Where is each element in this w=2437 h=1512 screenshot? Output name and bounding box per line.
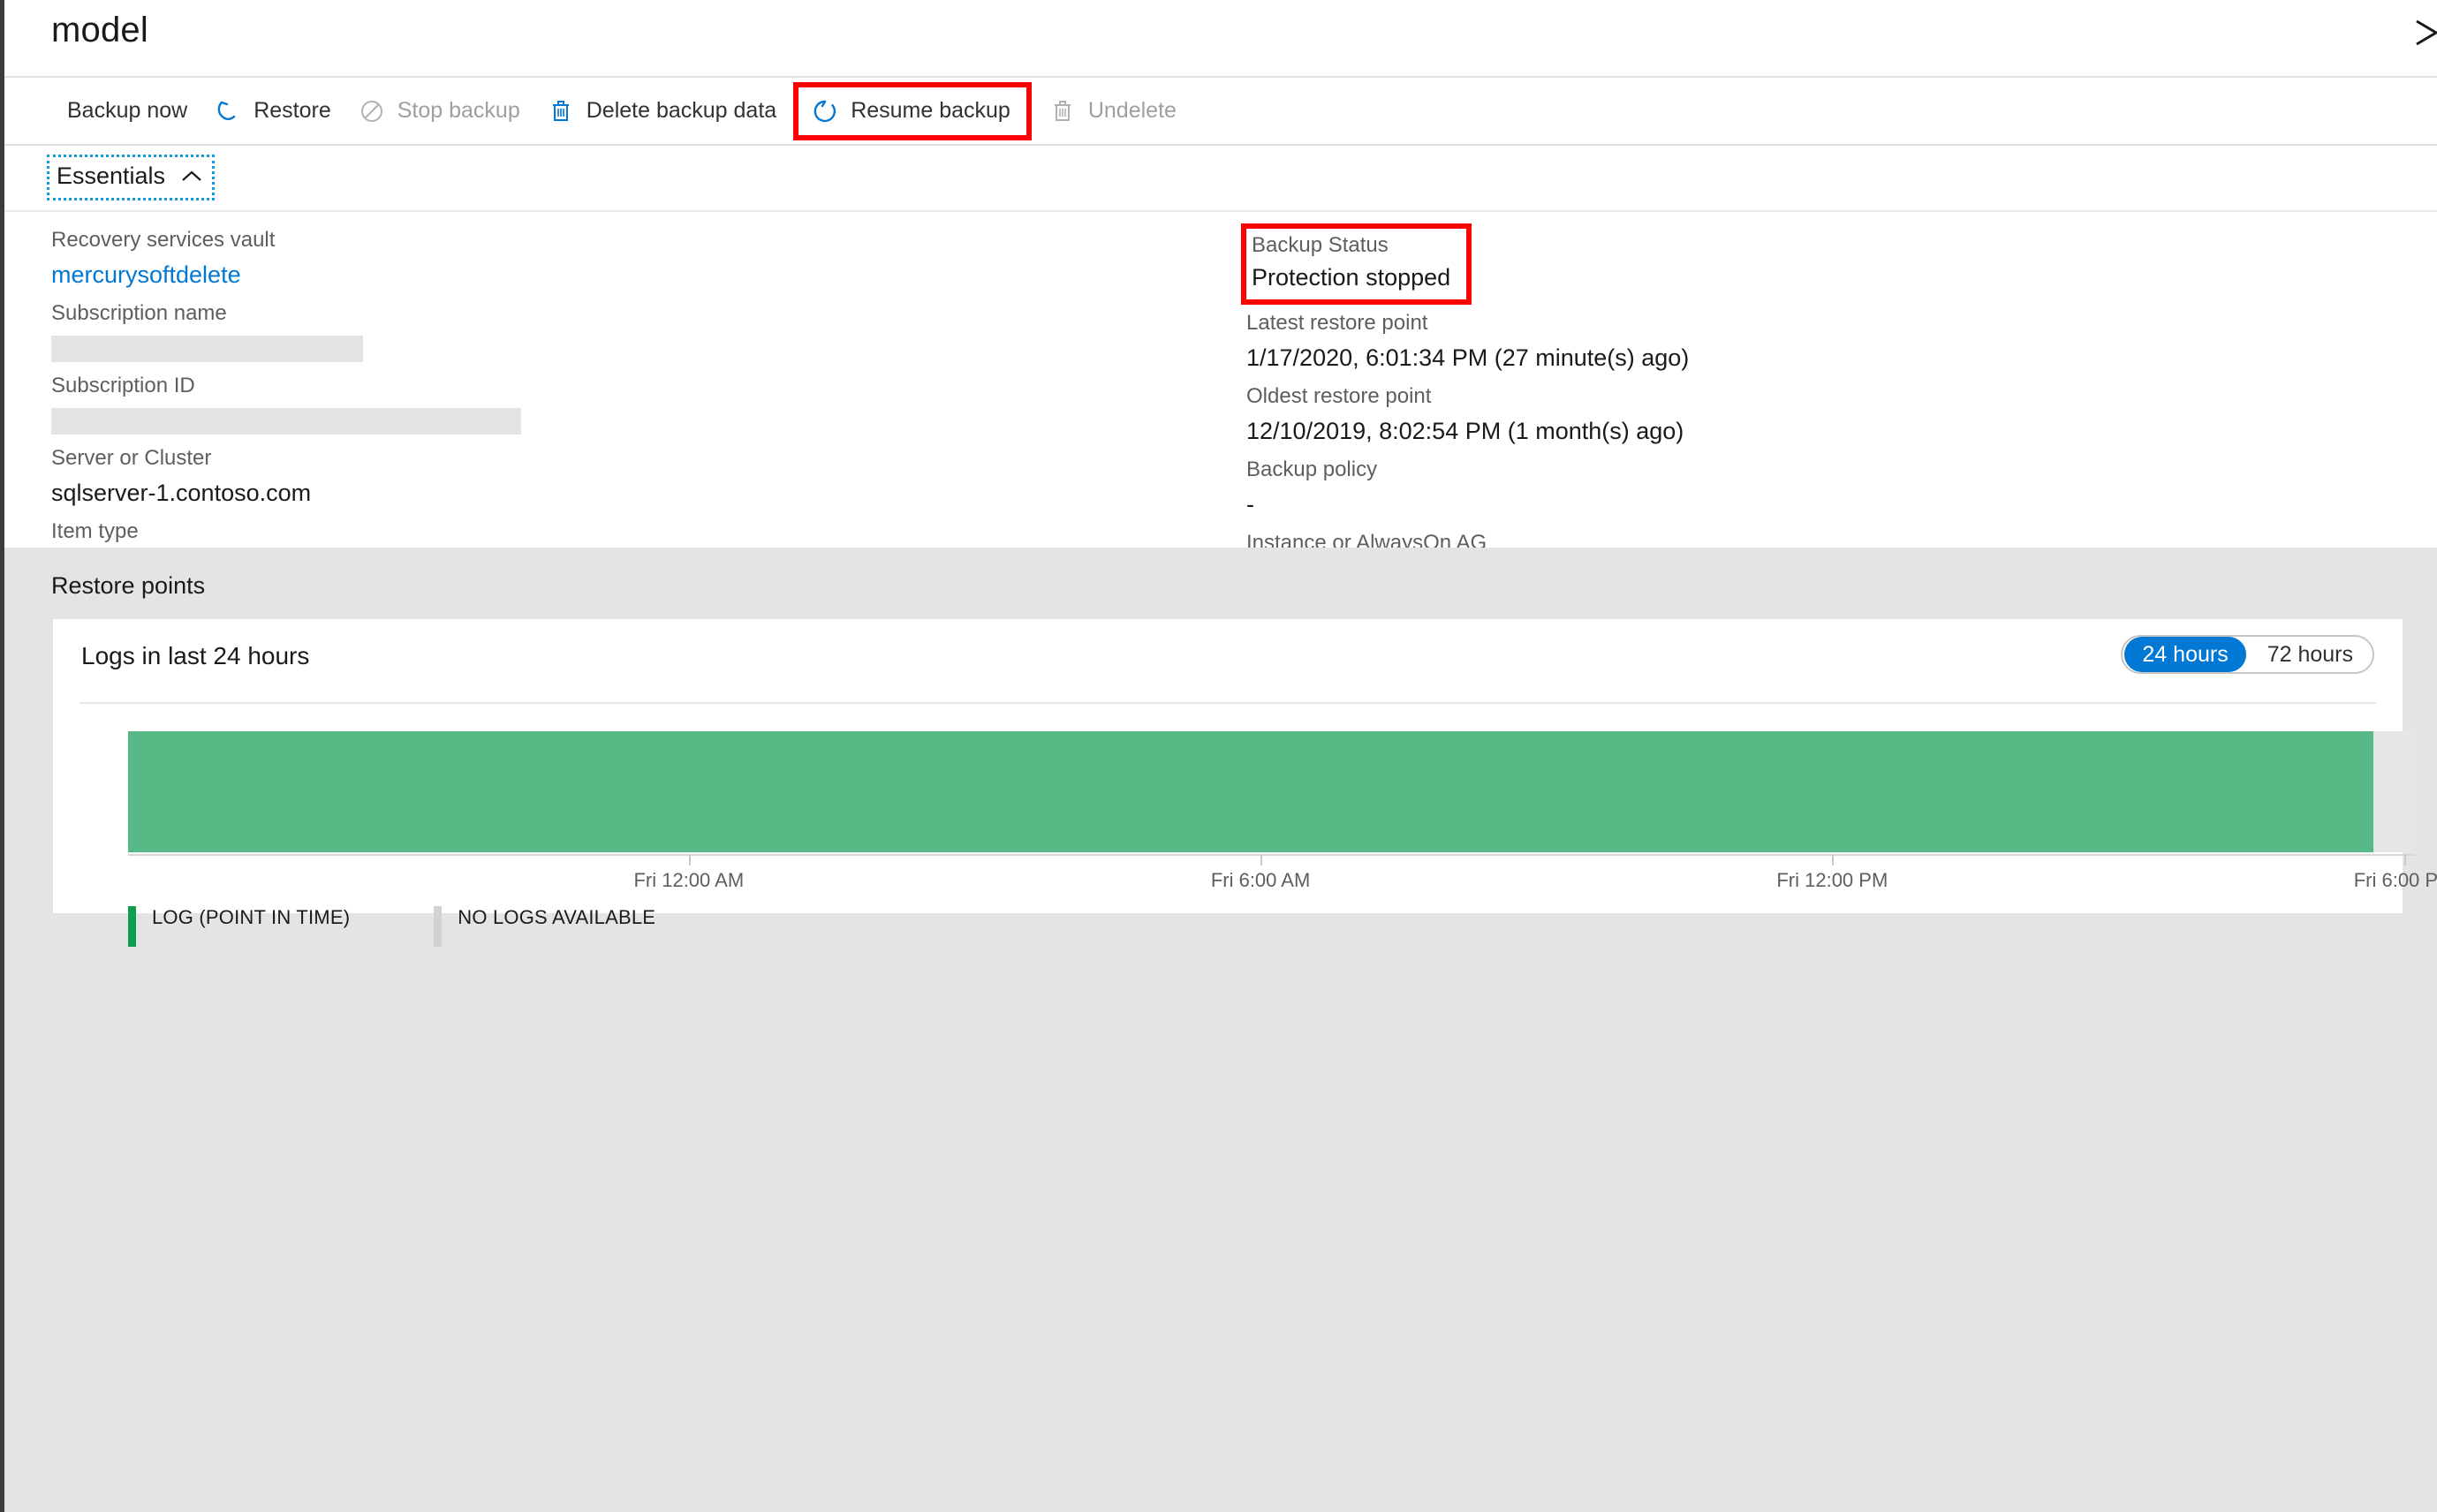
field-recovery-services-vault: Recovery services vault mercurysoftdelet… [51,223,687,292]
essentials-toggle[interactable]: Essentials [47,155,216,200]
restore-label: Restore [254,98,331,123]
restore-button[interactable]: Restore [201,78,344,144]
trash-icon [1048,97,1077,125]
essentials-panel: Essentials Recovery services vault mercu… [4,146,2437,591]
resume-backup-label: Resume backup [851,98,1010,123]
title-bar: model [4,0,2437,78]
field-label: Backup policy [1246,457,1378,481]
legend-item-no-logs-available: NO LOGS AVAILABLE [434,906,655,947]
field-backup-status: Backup Status Protection stopped [1241,223,1472,305]
essentials-right-column: Backup Status Protection stopped Latest … [1241,223,2041,600]
time-range-72-hours[interactable]: 72 hours [2250,637,2371,672]
field-label: Server or Cluster [51,446,212,470]
resume-backup-button[interactable]: Resume backup [793,81,1032,140]
delete-backup-data-button[interactable]: Delete backup data [534,78,790,144]
time-range-toggle-group: 24 hours 72 hours [2121,635,2374,674]
backup-now-button[interactable]: Backup now [54,78,201,144]
time-range-24-hours[interactable]: 24 hours [2124,637,2246,672]
x-tick-label: Fri 12:00 PM [1776,869,1888,891]
field-label: Latest restore point [1246,311,1428,335]
subscription-id-redacted-value [51,408,521,435]
trash-icon [547,97,575,125]
field-subscription-name: Subscription name [51,297,687,362]
chart-legend: LOG (POINT IN TIME) NO LOGS AVAILABLE [128,906,655,947]
restore-icon [214,97,242,125]
stop-backup-label: Stop backup [397,98,520,123]
resume-icon [811,97,839,125]
field-latest-restore-point: Latest restore point 1/17/2020, 6:01:34 … [1246,306,2041,375]
page-title: model [51,11,148,49]
undelete-label: Undelete [1087,98,1177,123]
status-badge: Protection stopped [1252,264,1451,291]
x-tick-label: Fri 6:00 AM [1210,869,1311,891]
close-x-icon[interactable] [2408,12,2437,53]
x-tick-mark [1832,854,1835,866]
server-or-cluster-value: sqlserver-1.contoso.com [51,480,312,506]
x-tick-label: Fri 6:00 PM [2353,869,2437,891]
field-oldest-restore-point: Oldest restore point 12/10/2019, 8:02:54… [1246,380,2041,449]
recovery-services-vault-link[interactable]: mercurysoftdelete [51,257,687,292]
field-label: Oldest restore point [1246,384,1432,408]
essentials-grid: Recovery services vault mercurysoftdelet… [4,223,2437,591]
legend-item-log-point-in-time: LOG (POINT IN TIME) [128,906,350,947]
field-server-or-cluster: Server or Cluster sqlserver-1.contoso.co… [51,442,687,510]
field-label: Subscription name [51,301,227,325]
stop-icon [358,97,386,125]
oldest-restore-point-value: 12/10/2019, 8:02:54 PM (1 month(s) ago) [1246,418,1684,444]
field-backup-policy: Backup policy - [1246,453,2041,522]
field-subscription-id: Subscription ID [51,369,687,435]
x-tick-label: Fri 12:00 AM [633,869,745,891]
legend-swatch-gray-icon [434,906,443,947]
logs-chart-title: Logs in last 24 hours [81,642,310,669]
undelete-button: Undelete [1035,78,1190,144]
field-label: Backup Status [1252,233,1389,257]
essentials-label: Essentials [57,163,166,189]
latest-restore-point-value: 1/17/2020, 6:01:34 PM (27 minute(s) ago) [1246,344,1690,371]
field-label: Recovery services vault [51,228,276,252]
logs-chart-card: Logs in last 24 hours 24 hours 72 hours … [53,619,2437,947]
field-label: Subscription ID [51,374,195,397]
command-bar: Backup now Restore Stop backup Delete ba… [4,78,2437,146]
x-tick-mark [688,854,691,866]
restore-points-section-title: Restore points [51,572,206,599]
content-area: Restore points Logs in last 24 hours 24 … [4,548,2437,1512]
blade-root: model Backup now Restore Stop backup Del… [0,0,2437,1512]
backup-now-label: Backup now [67,98,188,123]
backup-policy-value: - [1246,491,1254,518]
legend-label: LOG (POINT IN TIME) [152,906,351,928]
delete-backup-data-label: Delete backup data [586,98,777,123]
chart-x-axis [128,854,2415,856]
chart-top-divider [79,702,2376,704]
stop-backup-button: Stop backup [344,78,534,144]
field-label: Item type [51,519,139,543]
chevron-up-icon [180,169,203,185]
logs-chart-plot[interactable] [128,731,2415,852]
subscription-name-redacted-value [51,336,363,362]
essentials-left-column: Recovery services vault mercurysoftdelet… [51,223,687,588]
x-tick-mark [1260,854,1263,866]
essentials-divider [4,210,2437,212]
legend-label: NO LOGS AVAILABLE [458,906,656,928]
x-tick-mark [2403,854,2406,866]
legend-swatch-green-icon [128,906,136,947]
log-point-in-time-bar [128,731,2374,852]
